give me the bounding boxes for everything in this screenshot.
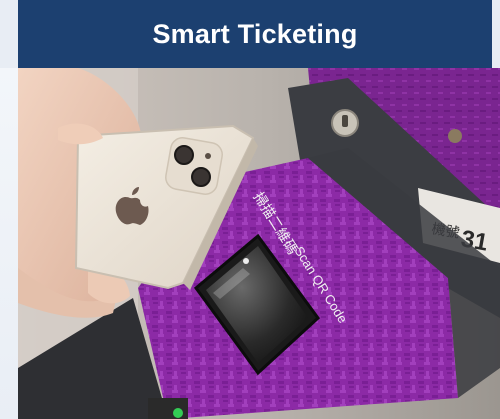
camera-lens-icon [191, 167, 211, 187]
screw-icon [448, 129, 462, 143]
status-light-icon [173, 408, 183, 418]
page-title: Smart Ticketing [152, 18, 358, 49]
left-margin [0, 68, 18, 419]
slide-frame: Smart Ticketing 31 掃描二維碼 Scan QR Code [0, 0, 500, 419]
camera-lens-icon [174, 145, 194, 165]
ticket-scanner-photo: 機號 31 掃描二維碼 Scan QR Code [18, 68, 500, 419]
header-bar: Smart Ticketing [18, 0, 492, 68]
